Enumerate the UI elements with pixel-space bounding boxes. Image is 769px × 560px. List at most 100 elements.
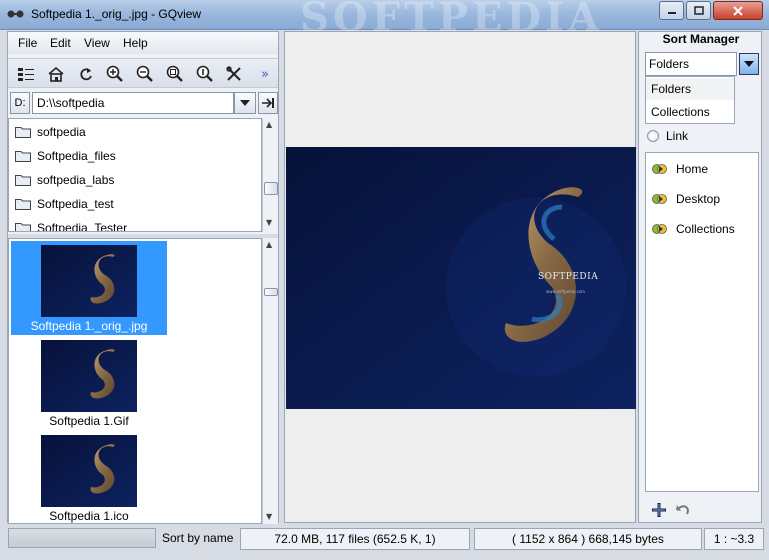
scroll-down-arrow-icon[interactable]: ▼ — [266, 218, 272, 227]
folder-icon — [15, 175, 31, 186]
zoom-out-icon — [136, 65, 153, 82]
sort-mode-dropdown-button[interactable] — [739, 53, 759, 75]
scroll-up-arrow-icon[interactable]: ▲ — [266, 120, 272, 129]
thumbnail-item[interactable]: Softpedia 1.Gif — [11, 336, 167, 430]
toolbar: » — [8, 58, 278, 88]
folder-item[interactable]: softpedia_labs — [9, 168, 261, 192]
scroll-up-arrow-icon[interactable]: ▲ — [266, 240, 272, 249]
thumbnail-list: Softpedia 1._orig_.jpg Softpedia 1.Gif S… — [8, 238, 262, 524]
sort-by-button[interactable]: Sort by name — [158, 528, 238, 550]
home-bookmark-icon — [652, 164, 667, 174]
zoom-1to1-button[interactable] — [195, 64, 215, 84]
image-brand-text: SOFTPEDIA — [538, 272, 598, 282]
drive-button[interactable]: D: — [10, 92, 30, 114]
maximize-icon — [693, 6, 704, 15]
collections-bookmark-icon — [652, 224, 667, 234]
thumbnail-label: Softpedia 1._orig_.jpg — [30, 319, 148, 333]
menu-edit[interactable]: Edit — [50, 36, 71, 50]
progress-bar — [8, 528, 156, 548]
config-button[interactable] — [224, 64, 244, 84]
thumbnail-label: Softpedia 1.ico — [49, 509, 129, 523]
scroll-thumb[interactable] — [264, 288, 278, 296]
thumbnail-label: Softpedia 1.Gif — [49, 414, 129, 428]
folder-icon — [15, 127, 31, 138]
image-viewer[interactable]: SOFTPEDIA www.softpedia.com — [284, 31, 636, 523]
folder-label: softpedia — [37, 125, 86, 139]
minimize-button[interactable] — [659, 1, 684, 20]
zoom-out-button[interactable] — [135, 64, 155, 84]
folder-icon — [15, 151, 31, 162]
folder-item[interactable]: softpedia — [9, 120, 261, 144]
maximize-button[interactable] — [686, 1, 711, 20]
scroll-down-arrow-icon[interactable]: ▼ — [266, 512, 272, 521]
scroll-thumb[interactable] — [264, 182, 278, 195]
path-row: D: D:\\softpedia — [8, 90, 278, 116]
undo-icon[interactable] — [675, 502, 691, 518]
menu-bar: File Edit View Help — [8, 32, 278, 54]
thumbnails-button[interactable] — [16, 64, 36, 84]
add-icon[interactable] — [651, 502, 667, 518]
thumbnails-icon — [18, 68, 34, 81]
zoom-in-icon — [106, 65, 123, 82]
go-button[interactable] — [258, 92, 278, 114]
status-image-info: ( 1152 x 864 ) 668,145 bytes — [474, 528, 702, 550]
folder-item[interactable]: Softpedia_test — [9, 192, 261, 216]
menu-file[interactable]: File — [18, 36, 37, 50]
arrow-right-bar-icon — [262, 98, 274, 108]
sort-manager-title: Sort Manager — [662, 32, 740, 46]
sort-mode-dropdown-list: Folders Collections — [645, 76, 735, 124]
title-bar: SOFTPEDIA Softpedia 1._orig_.jpg - GQvie… — [0, 0, 769, 41]
status-files: 72.0 MB, 117 files (652.5 K, 1) — [240, 528, 470, 550]
folder-icon — [15, 199, 31, 210]
folder-label: Softpedia_test — [37, 197, 114, 211]
path-input[interactable]: D:\\softpedia — [32, 92, 234, 114]
config-icon — [226, 66, 241, 81]
link-label: Link — [666, 129, 689, 143]
folder-icon — [15, 223, 31, 231]
folder-item[interactable]: Softpedia_Tester — [9, 216, 261, 232]
home-button[interactable] — [46, 64, 66, 84]
refresh-icon — [80, 68, 92, 81]
bookmark-item-collections[interactable]: Collections — [652, 219, 735, 239]
dropdown-option-folders[interactable]: Folders — [646, 78, 734, 100]
dropdown-option-collections[interactable]: Collections — [646, 101, 734, 123]
path-history-button[interactable] — [234, 92, 256, 114]
bookmark-item-desktop[interactable]: Desktop — [652, 189, 720, 209]
thumbnail-image — [41, 245, 137, 317]
refresh-button[interactable] — [76, 64, 96, 84]
sort-manager-panel: Sort Manager Folders Folders Collections… — [638, 31, 762, 523]
link-option[interactable]: Link — [647, 128, 688, 144]
close-icon — [733, 5, 743, 16]
zoom-in-button[interactable] — [105, 64, 125, 84]
sort-mode-select[interactable]: Folders — [645, 52, 737, 76]
close-button[interactable] — [713, 1, 763, 20]
menu-view[interactable]: View — [84, 36, 110, 50]
bookmark-list: Home Desktop Collections — [645, 152, 759, 492]
thumbnail-item[interactable]: Softpedia 1.ico — [11, 431, 167, 523]
chevron-down-icon — [744, 61, 754, 67]
zoom-fit-button[interactable] — [165, 64, 185, 84]
bookmark-label: Desktop — [676, 192, 721, 206]
desktop-bookmark-icon — [652, 194, 667, 204]
main-image: SOFTPEDIA www.softpedia.com — [286, 147, 636, 409]
thumbnail-item[interactable]: Softpedia 1._orig_.jpg — [11, 241, 167, 335]
link-radio[interactable] — [647, 130, 659, 142]
folder-list: softpedia Softpedia_files softpedia_labs… — [8, 118, 262, 232]
image-url-text: www.softpedia.com — [546, 289, 585, 294]
bookmark-label: Collections — [676, 222, 735, 236]
chevron-down-icon — [240, 100, 250, 106]
bookmark-item-home[interactable]: Home — [652, 159, 708, 179]
zoom-1to1-icon — [196, 65, 213, 82]
menu-help[interactable]: Help — [123, 36, 148, 50]
folder-list-scrollbar[interactable]: ▲ ▼ — [262, 118, 278, 232]
toolbar-overflow-button[interactable]: » — [255, 64, 275, 84]
minimize-icon — [667, 11, 676, 14]
folder-label: softpedia_labs — [37, 173, 115, 187]
thumbnail-image — [41, 340, 137, 412]
thumbnail-list-scrollbar[interactable]: ▲ ▼ — [262, 238, 278, 524]
folder-label: Softpedia_Tester — [37, 221, 128, 232]
zoom-fit-icon — [166, 65, 183, 82]
folder-label: Softpedia_files — [37, 149, 116, 163]
folder-item[interactable]: Softpedia_files — [9, 144, 261, 168]
app-icon — [7, 10, 24, 18]
